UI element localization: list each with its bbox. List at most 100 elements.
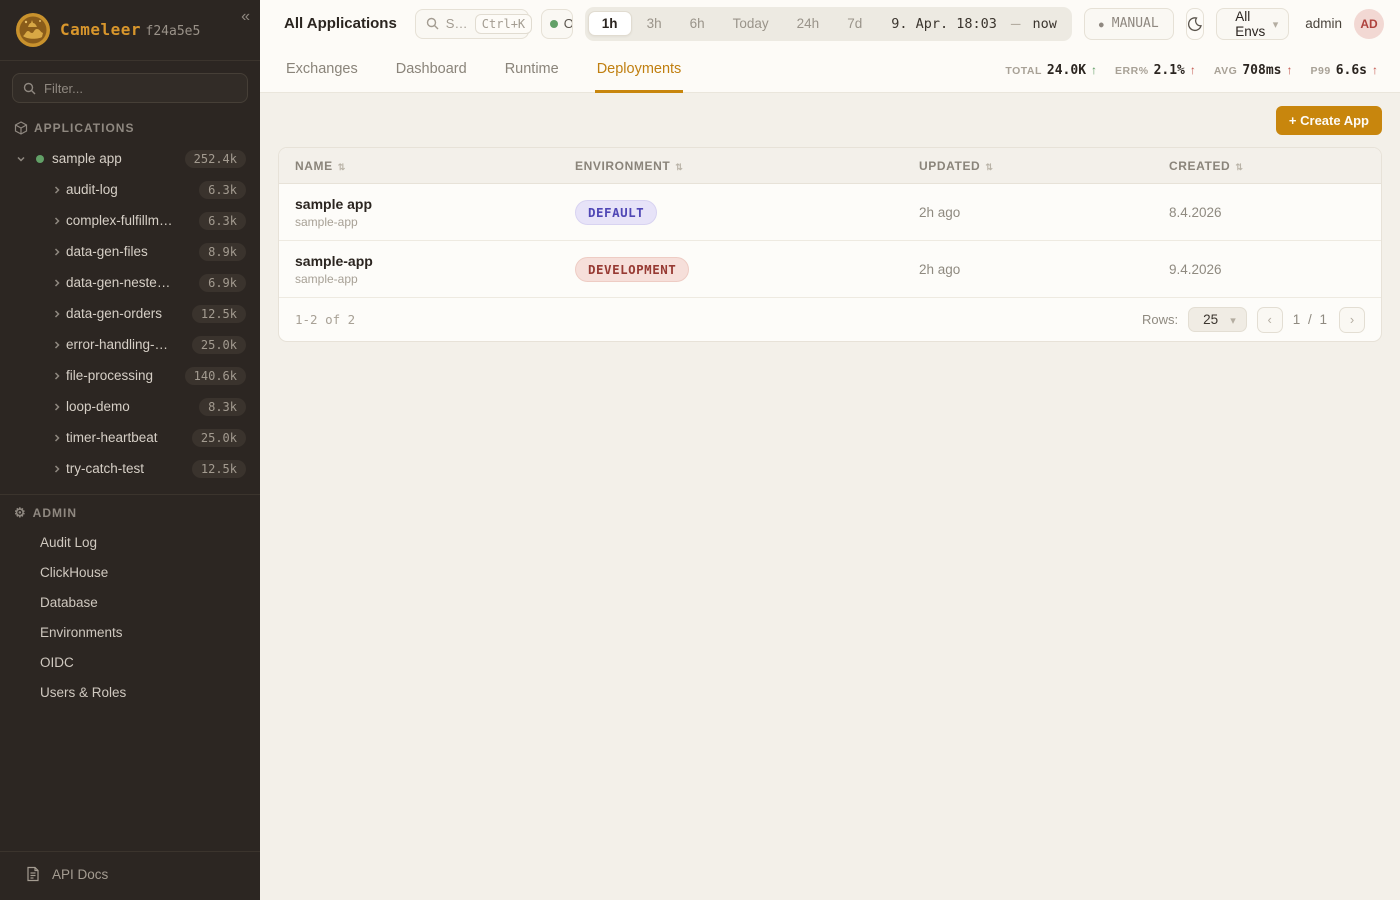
row-range-label: 1-2 of 2 <box>295 312 355 327</box>
trend-up-icon <box>1287 61 1293 79</box>
applications-table: NAME ENVIRONMENT UPDATED CREATED sample … <box>278 147 1382 342</box>
sort-icon[interactable] <box>1235 159 1243 173</box>
column-header-name[interactable]: NAME <box>279 159 559 173</box>
next-page-button[interactable] <box>1339 307 1365 333</box>
tree-item-data-gen-files[interactable]: data-gen-files 8.9k <box>8 236 252 267</box>
deployments-content: + Create App NAME ENVIRONMENT UPDATED CR… <box>260 93 1400 900</box>
filter-input[interactable] <box>44 81 237 96</box>
tree-item-data-gen-orders[interactable]: data-gen-orders 12.5k <box>8 298 252 329</box>
column-header-environment[interactable]: ENVIRONMENT <box>559 159 903 173</box>
moon-icon <box>1187 16 1203 32</box>
time-range-7d[interactable]: 7d <box>834 12 875 35</box>
created-cell: 9.4.2026 <box>1153 262 1381 277</box>
sidebar-collapse-icon[interactable] <box>241 8 250 26</box>
chevron-right-icon[interactable] <box>52 464 66 474</box>
tree-item-error-handling[interactable]: error-handling-… 25.0k <box>8 329 252 360</box>
sidebar-item-audit-log[interactable]: Audit Log <box>8 527 252 557</box>
tree-item-audit-log[interactable]: audit-log 6.3k <box>8 174 252 205</box>
environment-select[interactable]: All Envs <box>1216 8 1289 40</box>
dark-mode-toggle[interactable] <box>1186 8 1205 40</box>
table-row-sample-app-dev[interactable]: sample-app sample-app DEVELOPMENT 2h ago… <box>279 241 1381 298</box>
tree-item-complex-fulfillment[interactable]: complex-fulfillm… 6.3k <box>8 205 252 236</box>
time-range-today[interactable]: Today <box>720 12 782 35</box>
applications-tree: sample app 252.4k audit-log 6.3k complex… <box>0 141 260 484</box>
chevron-right-icon[interactable] <box>52 340 66 350</box>
stat-total: TOTAL 24.0K <box>1005 61 1097 79</box>
tab-deployments[interactable]: Deployments <box>595 47 684 93</box>
chevron-down-icon <box>1273 16 1279 31</box>
time-range-6h[interactable]: 6h <box>677 12 718 35</box>
sidebar-header: Cameleer f24a5e5 <box>0 0 260 61</box>
range-start-datetime[interactable]: 9. Apr. 18:03 <box>877 16 1007 32</box>
admin-section-header: ADMIN <box>0 495 260 527</box>
sidebar: Cameleer f24a5e5 APPLICATIONS <box>0 0 260 900</box>
page-title: All Applications <box>284 15 397 32</box>
app-slug: sample-app <box>295 215 559 229</box>
updated-cell: 2h ago <box>903 262 1153 277</box>
page-indicator: 1 / 1 <box>1293 312 1329 327</box>
app-title: Cameleer <box>60 20 141 39</box>
stat-error-rate: ERR% 2.1% <box>1115 61 1196 79</box>
time-range-24h[interactable]: 24h <box>784 12 833 35</box>
column-header-created[interactable]: CREATED <box>1153 159 1381 173</box>
trend-up-icon <box>1091 61 1097 79</box>
sidebar-filter[interactable] <box>12 73 248 103</box>
chevron-right-icon[interactable] <box>52 216 66 226</box>
table-row-sample-app[interactable]: sample app sample-app DEFAULT 2h ago 8.4… <box>279 184 1381 241</box>
api-docs-link[interactable]: API Docs <box>0 851 260 900</box>
sort-icon[interactable] <box>675 159 683 173</box>
time-range-1h[interactable]: 1h <box>588 11 632 36</box>
column-header-updated[interactable]: UPDATED <box>903 159 1153 173</box>
tab-dashboard[interactable]: Dashboard <box>394 47 469 93</box>
metrics-summary: TOTAL 24.0K ERR% 2.1% AVG 708ms P99 6.6s <box>1005 47 1378 92</box>
time-range-3h[interactable]: 3h <box>634 12 675 35</box>
chevron-right-icon[interactable] <box>52 185 66 195</box>
chevron-right-icon[interactable] <box>52 309 66 319</box>
sort-icon[interactable] <box>985 159 993 173</box>
chevron-right-icon[interactable] <box>52 371 66 381</box>
sidebar-item-database[interactable]: Database <box>8 587 252 617</box>
range-end-datetime[interactable]: now <box>1025 16 1069 32</box>
tree-item-loop-demo[interactable]: loop-demo 8.3k <box>8 391 252 422</box>
cameleer-logo-icon <box>16 13 50 47</box>
tree-item-sample-app[interactable]: sample app 252.4k <box>8 143 252 174</box>
prev-page-button[interactable] <box>1257 307 1283 333</box>
sidebar-item-oidc[interactable]: OIDC <box>8 647 252 677</box>
stat-avg-latency: AVG 708ms <box>1214 61 1293 79</box>
tab-exchanges[interactable]: Exchanges <box>284 47 360 93</box>
chevron-right-icon[interactable] <box>52 278 66 288</box>
sidebar-item-environments[interactable]: Environments <box>8 617 252 647</box>
created-cell: 8.4.2026 <box>1153 205 1381 220</box>
sort-icon[interactable] <box>338 159 346 173</box>
environment-badge: DEVELOPMENT <box>575 257 689 282</box>
sidebar-item-clickhouse[interactable]: ClickHouse <box>8 557 252 587</box>
rows-per-page-label: Rows: <box>1142 312 1178 327</box>
rows-per-page-select[interactable]: 25 <box>1188 307 1247 332</box>
count-badge: 8.9k <box>199 243 246 261</box>
online-status-chip[interactable]: O <box>541 9 573 39</box>
tab-runtime[interactable]: Runtime <box>503 47 561 93</box>
chevron-down-icon <box>1230 312 1236 327</box>
gear-icon <box>14 505 27 521</box>
updated-cell: 2h ago <box>903 205 1153 220</box>
count-badge: 12.5k <box>192 460 246 478</box>
stat-p99-latency: P99 6.6s <box>1311 61 1379 79</box>
create-app-button[interactable]: + Create App <box>1276 106 1382 135</box>
package-icon <box>14 121 28 135</box>
chevron-right-icon[interactable] <box>52 402 66 412</box>
manual-refresh-button[interactable]: MANUAL <box>1084 8 1174 40</box>
sidebar-item-users-roles[interactable]: Users & Roles <box>8 677 252 707</box>
avatar[interactable]: AD <box>1354 9 1384 39</box>
global-search[interactable]: Ctrl+K <box>415 9 529 39</box>
chevron-down-icon[interactable] <box>16 154 30 164</box>
chevron-right-icon[interactable] <box>52 433 66 443</box>
range-separator: – <box>1009 14 1023 33</box>
count-badge: 8.3k <box>199 398 246 416</box>
chevron-right-icon[interactable] <box>52 247 66 257</box>
tree-item-try-catch-test[interactable]: try-catch-test 12.5k <box>8 453 252 484</box>
search-input[interactable] <box>446 16 468 31</box>
tree-item-data-gen-nested[interactable]: data-gen-neste… 6.9k <box>8 267 252 298</box>
tree-item-timer-heartbeat[interactable]: timer-heartbeat 25.0k <box>8 422 252 453</box>
tree-item-file-processing[interactable]: file-processing 140.6k <box>8 360 252 391</box>
time-range-control: 1h 3h 6h Today 24h 7d 9. Apr. 18:03 – no… <box>585 7 1072 41</box>
